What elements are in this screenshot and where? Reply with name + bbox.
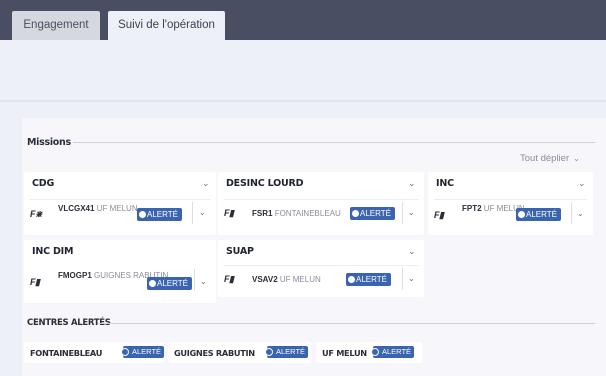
vehicle-code: VSAV2	[252, 275, 278, 284]
centre-uf-melun[interactable]: UF MELUN ALERTÉ	[316, 342, 422, 363]
vehicle-unit: UF MELUN	[279, 275, 321, 284]
tab-suivi-operation[interactable]: Suivi de l'opération	[108, 11, 225, 40]
vehicle-row[interactable]: F▮ VSAV2 UF MELUN ALERTÉ ⌄	[224, 265, 418, 293]
missions-rule	[73, 142, 595, 143]
vehicle-unit: UF MELUN	[96, 204, 138, 213]
separator	[571, 202, 572, 224]
alert-button[interactable]: ALERTÉ	[346, 273, 391, 286]
vehicle-code: FPT2	[462, 204, 482, 213]
truck-icon: F▮	[224, 208, 234, 218]
alert-button[interactable]: ALERTÉ	[147, 277, 192, 290]
divider	[0, 100, 606, 104]
chevron-down-icon: ⌄	[573, 154, 580, 163]
centre-name: GUIGNES RABUTIN	[174, 348, 255, 358]
chevron-down-icon[interactable]: ⌄	[202, 178, 210, 189]
vehicle-code: FMOGP1	[58, 271, 92, 280]
separator	[192, 202, 193, 224]
alert-button[interactable]: ALERTÉ	[350, 207, 395, 220]
alert-button[interactable]: ALERTÉ	[137, 208, 182, 221]
alert-badge: ALERTÉ	[120, 346, 165, 358]
chevron-down-icon[interactable]: ⌄	[408, 178, 416, 189]
chevron-down-icon[interactable]: ⌄	[408, 274, 415, 283]
vehicle-row[interactable]: F▮ FSR1 FONTAINEBLEAU ALERTÉ ⌄	[224, 199, 418, 227]
separator	[402, 268, 403, 290]
vehicle-unit: FONTAINEBLEAU	[274, 209, 341, 218]
mission-title: DESINC LOURD	[226, 178, 304, 189]
mission-card-inc-dim[interactable]: INC DIM F▮ FMOGP1 GUIGNES RABUTIN ALERTÉ…	[24, 240, 216, 303]
alert-badge: ALERTÉ	[264, 346, 309, 358]
centre-guignes-rabutin[interactable]: GUIGNES RABUTIN ALERTÉ	[168, 342, 311, 363]
chevron-down-icon[interactable]: ⌄	[200, 277, 207, 286]
alert-button[interactable]: ALERTÉ	[516, 208, 561, 221]
vehicle-row[interactable]: F⋇ VLCGX41 UF MELUN ALERTÉ ⌄	[30, 199, 210, 227]
expand-all-button[interactable]: Tout déplier ⌄	[520, 153, 580, 164]
vehicle-row[interactable]: F▮ FPT2 UF MELUN ALERTÉ ⌄	[434, 199, 587, 227]
centre-name: FONTAINEBLEAU	[30, 348, 103, 358]
chevron-down-icon[interactable]: ⌄	[199, 208, 206, 217]
mission-title: INC	[436, 178, 454, 189]
mission-card-desinc-lourd[interactable]: DESINC LOURD ⌄ F▮ FSR1 FONTAINEBLEAU ALE…	[218, 172, 424, 235]
centre-name: UF MELUN	[322, 348, 367, 358]
missions-title: Missions	[27, 137, 71, 148]
vehicle-info: VLCGX41 UF MELUN	[58, 204, 138, 214]
mission-title: SUAP	[226, 246, 254, 257]
chevron-down-icon[interactable]: ⌄	[577, 209, 584, 218]
mission-card-suap[interactable]: SUAP ⌄ F▮ VSAV2 UF MELUN ALERTÉ ⌄	[218, 240, 424, 297]
mission-title: INC DIM	[32, 246, 74, 257]
vehicle-code: VLCGX41	[58, 204, 95, 213]
tab-engagement[interactable]: Engagement	[12, 11, 100, 40]
centres-rule	[98, 323, 595, 324]
mission-card-cdg[interactable]: CDG ⌄ F⋇ VLCGX41 UF MELUN ALERTÉ ⌄	[24, 172, 216, 235]
chevron-down-icon[interactable]: ⌄	[408, 208, 415, 217]
centre-fontainebleau[interactable]: FONTAINEBLEAU ALERTÉ	[24, 342, 165, 363]
vehicle-info: VSAV2 UF MELUN	[252, 275, 321, 285]
ambulance-icon: F▮	[224, 274, 234, 284]
separator	[194, 269, 195, 291]
car-icon: F⋇	[30, 209, 43, 219]
mission-title: CDG	[32, 178, 55, 189]
vehicle-info: FSR1 FONTAINEBLEAU	[252, 209, 341, 219]
header-band	[0, 40, 606, 102]
expand-all-label: Tout déplier	[520, 153, 570, 164]
vehicle-code: FSR1	[252, 209, 273, 218]
mission-card-inc[interactable]: INC ⌄ F▮ FPT2 UF MELUN ALERTÉ ⌄	[428, 172, 593, 235]
truck-icon: F▮	[30, 277, 40, 287]
alert-badge: ALERTÉ	[370, 346, 415, 358]
chevron-down-icon[interactable]: ⌄	[408, 246, 416, 257]
chevron-down-icon[interactable]: ⌄	[578, 178, 586, 189]
vehicle-row[interactable]: F▮ FMOGP1 GUIGNES RABUTIN ALERTÉ ⌄	[30, 267, 210, 295]
truck-icon: F▮	[434, 210, 444, 220]
separator	[402, 202, 403, 224]
